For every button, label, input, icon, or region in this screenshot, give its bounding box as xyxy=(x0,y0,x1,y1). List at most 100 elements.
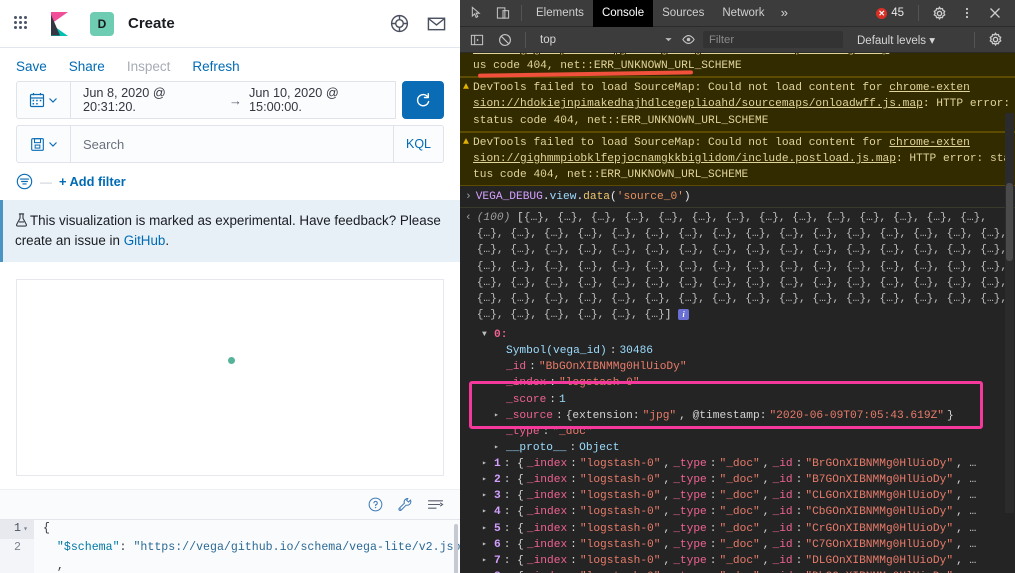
inspect-element-icon[interactable] xyxy=(464,2,490,24)
search-input[interactable] xyxy=(71,126,393,162)
filter-icon[interactable] xyxy=(16,173,33,190)
editor-line[interactable]: , xyxy=(0,557,460,573)
warning-icon: ▲ xyxy=(463,136,470,148)
space-badge[interactable]: D xyxy=(90,11,114,36)
object-property-row[interactable]: _score: 1 xyxy=(472,392,1015,408)
kibana-action-bar: Save Share Inspect Refresh xyxy=(0,48,460,81)
experimental-callout: This visualization is marked as experime… xyxy=(0,200,460,263)
chevron-down-icon xyxy=(49,98,57,103)
array-item-row[interactable]: ▸ 6: {_index: "logstash-0", _type: "_doc"… xyxy=(460,537,1015,553)
error-count: 45 xyxy=(891,7,904,19)
array-item-row[interactable]: ▸ 5: {_index: "logstash-0", _type: "_doc"… xyxy=(460,521,1015,537)
object-property-row[interactable]: _type: "_doc" xyxy=(472,424,1015,440)
device-toolbar-icon[interactable] xyxy=(490,2,516,24)
filter-bar: — + Add filter xyxy=(0,163,460,200)
array-item-row[interactable]: ▸8: {_index: "logstash-0", _type: "_doc"… xyxy=(460,569,1015,573)
error-dot-icon: ✕ xyxy=(876,7,888,19)
warning-icon: ▲ xyxy=(463,82,470,94)
chart-data-point[interactable] xyxy=(227,356,235,364)
console-scrollbar-thumb[interactable] xyxy=(1006,183,1013,261)
github-link[interactable]: GitHub xyxy=(124,233,166,248)
saved-query-button[interactable] xyxy=(17,126,71,162)
command-text: VEGA_DEBUG.view.data('source_0') xyxy=(475,191,691,203)
app-root: D Create Save Share Inspect Refresh Jun … xyxy=(0,0,1015,573)
close-icon[interactable] xyxy=(982,2,1008,24)
filterbar-divider xyxy=(525,31,526,48)
time-range-control[interactable]: Jun 8, 2020 @ 20:31:20. → Jun 10, 2020 @… xyxy=(16,81,396,119)
tab-network[interactable]: Network xyxy=(713,0,773,27)
help-icon[interactable] xyxy=(390,14,409,33)
editor-line[interactable]: 2 "$schema": "https://vega/github.io/sch… xyxy=(0,539,460,558)
calendar-dropdown-button[interactable] xyxy=(17,82,71,118)
visualization-container xyxy=(0,262,460,477)
console-messages[interactable]: ▲sion://gighmmpiobklfepjocnamgkkbiglidom… xyxy=(460,53,1015,573)
apps-grid-icon[interactable] xyxy=(14,15,30,32)
array-item-list[interactable]: ▸ 1: {_index: "logstash-0", _type: "_doc"… xyxy=(460,456,1015,573)
add-filter-button[interactable]: + Add filter xyxy=(59,174,126,189)
array-item-row[interactable]: ▸ 7: {_index: "logstash-0", _type: "_doc"… xyxy=(460,553,1015,569)
inspect-link: Inspect xyxy=(126,59,171,74)
toolbar-divider-2 xyxy=(918,5,919,21)
array-item-row[interactable]: ▸ 2: {_index: "logstash-0", _type: "_doc"… xyxy=(460,472,1015,488)
vega-spec-editor[interactable]: 1 ▾ {2 "$schema": "https://vega/github.io/… xyxy=(0,519,460,573)
array-item-row[interactable]: ▸ 4: {_index: "logstash-0", _type: "_doc"… xyxy=(460,504,1015,520)
console-scrollbar[interactable] xyxy=(1005,113,1014,513)
time-start[interactable]: Jun 8, 2020 @ 20:31:20. xyxy=(83,86,222,114)
query-language-button[interactable]: KQL xyxy=(393,126,443,162)
object-property-row[interactable]: Symbol(vega_id): 30486 xyxy=(472,343,1015,359)
expanded-item-index[interactable]: ▼ 0: xyxy=(472,327,1015,343)
editor-lines[interactable]: 1 ▾ {2 "$schema": "https://vega/github.io/… xyxy=(0,520,460,573)
tab-console[interactable]: Console xyxy=(592,0,654,27)
editor-scrollbar[interactable] xyxy=(454,524,458,573)
object-property-row[interactable]: _index: "logstash-0" xyxy=(472,375,1015,391)
console-result-row[interactable]: ‹ (100) [{…}, {…}, {…}, {…}, {…}, {…}, {…… xyxy=(460,208,1015,327)
time-end[interactable]: Jun 10, 2020 @ 15:00:00. xyxy=(249,86,395,114)
time-range-display[interactable]: Jun 8, 2020 @ 20:31:20. → Jun 10, 2020 @… xyxy=(71,82,395,118)
array-preview[interactable]: (100) [{…}, {…}, {…}, {…}, {…}, {…}, {…}… xyxy=(477,210,1011,323)
object-property-row[interactable]: ▸ _source: {extension: "jpg", @timestamp:… xyxy=(472,408,1015,424)
object-property-row[interactable]: _id: "BbGOnXIBNMMg0HlUioDy" xyxy=(472,359,1015,375)
tab-elements[interactable]: Elements xyxy=(527,0,593,27)
editor-line-number: 2 xyxy=(0,539,34,558)
save-link[interactable]: Save xyxy=(16,59,47,74)
info-icon[interactable]: i xyxy=(678,308,690,320)
gear-icon[interactable] xyxy=(926,2,952,24)
log-levels-dropdown[interactable]: Default levels ▾ xyxy=(857,33,935,47)
array-item-row[interactable]: ▸ 1: {_index: "logstash-0", _type: "_doc"… xyxy=(460,456,1015,472)
header-actions xyxy=(390,14,446,33)
refresh-query-button[interactable] xyxy=(402,81,444,119)
console-settings-icon[interactable] xyxy=(982,29,1008,51)
more-vertical-icon[interactable] xyxy=(954,2,980,24)
editor-line-number: 1 ▾ xyxy=(0,520,34,540)
console-filter-input[interactable] xyxy=(703,31,843,48)
word-wrap-icon[interactable] xyxy=(427,498,444,511)
vega-chart-canvas[interactable] xyxy=(16,279,444,477)
expanded-array-item[interactable]: ▼ 0: Symbol(vega_id): 30486 _id: "BbGOnXIBN… xyxy=(460,327,1015,456)
warning-icon: ▲ xyxy=(463,53,469,74)
array-item-row[interactable]: ▸ 3: {_index: "logstash-0", _type: "_doc"… xyxy=(460,488,1015,504)
chevron-down-icon xyxy=(665,38,672,42)
live-expression-icon[interactable] xyxy=(675,29,701,51)
chevron-down-icon xyxy=(48,142,57,147)
time-picker-bar: Jun 8, 2020 @ 20:31:20. → Jun 10, 2020 @… xyxy=(0,81,460,119)
warning-text: sion://gighmmpiobklfepjocnamgkkbiglidom/… xyxy=(473,53,1010,73)
console-warning-message[interactable]: ▲ DevTools failed to load SourceMap: Coul… xyxy=(460,77,1015,132)
console-output[interactable]: ▲sion://gighmmpiobklfepjocnamgkkbiglidom… xyxy=(460,53,1015,573)
clear-console-icon[interactable] xyxy=(492,29,518,51)
refresh-link[interactable]: Refresh xyxy=(192,59,239,74)
object-property-row[interactable]: ▸ __proto__: Object xyxy=(472,440,1015,456)
execution-context-select[interactable]: top xyxy=(533,34,673,46)
query-bar: KQL xyxy=(16,125,444,163)
console-command-row[interactable]: › VEGA_DEBUG.view.data('source_0') xyxy=(460,186,1015,209)
tab-sources[interactable]: Sources xyxy=(653,0,713,27)
wrench-icon[interactable] xyxy=(397,497,413,512)
error-count-badge[interactable]: ✕ 45 xyxy=(869,7,911,19)
mail-icon[interactable] xyxy=(427,14,446,33)
console-sidebar-icon[interactable] xyxy=(464,29,490,51)
help-circle-icon[interactable] xyxy=(368,497,383,512)
editor-line[interactable]: 1 ▾ { xyxy=(0,520,460,540)
share-link[interactable]: Share xyxy=(69,59,105,74)
more-tabs-icon[interactable]: » xyxy=(774,6,796,21)
devtools-toolbar-right: ✕ 45 xyxy=(869,2,1011,24)
console-warning-message[interactable]: ▲ DevTools failed to load SourceMap: Coul… xyxy=(460,131,1015,186)
